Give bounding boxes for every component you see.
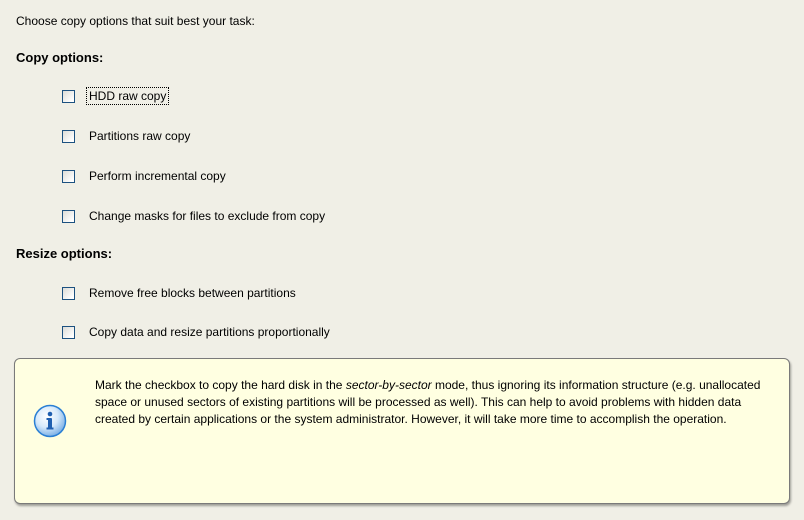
- checkbox-box[interactable]: [62, 325, 75, 339]
- checkbox-box[interactable]: [62, 286, 75, 300]
- checkbox-remove-free-blocks[interactable]: Remove free blocks between partitions: [62, 284, 299, 302]
- checkbox-incremental-copy[interactable]: Perform incremental copy: [62, 167, 229, 185]
- checkbox-label[interactable]: Copy data and resize partitions proporti…: [86, 323, 333, 341]
- checkbox-label[interactable]: Perform incremental copy: [86, 167, 229, 185]
- checkbox-resize-proportionally[interactable]: Copy data and resize partitions proporti…: [62, 323, 333, 341]
- info-text-start: Mark the checkbox to copy the hard disk …: [95, 378, 346, 392]
- resize-options-title: Resize options:: [16, 246, 113, 261]
- info-text: Mark the checkbox to copy the hard disk …: [95, 377, 775, 428]
- copy-options-title: Copy options:: [16, 50, 104, 65]
- checkbox-label[interactable]: Change masks for files to exclude from c…: [86, 207, 328, 225]
- info-text-emphasis: sector-by-sector: [345, 378, 432, 392]
- checkbox-box[interactable]: [62, 169, 75, 183]
- checkbox-box[interactable]: [62, 89, 75, 103]
- checkbox-label[interactable]: HDD raw copy: [86, 87, 170, 105]
- checkbox-label[interactable]: Remove free blocks between partitions: [86, 284, 299, 302]
- checkbox-box[interactable]: [62, 209, 75, 223]
- checkbox-box[interactable]: [62, 129, 75, 143]
- checkbox-change-masks[interactable]: Change masks for files to exclude from c…: [62, 207, 328, 225]
- checkbox-partitions-raw-copy[interactable]: Partitions raw copy: [62, 127, 193, 145]
- intro-text: Choose copy options that suit best your …: [16, 14, 255, 28]
- info-box: Mark the checkbox to copy the hard disk …: [14, 358, 790, 504]
- checkbox-hdd-raw-copy[interactable]: HDD raw copy: [62, 87, 170, 105]
- info-icon: [33, 404, 67, 438]
- checkbox-label[interactable]: Partitions raw copy: [86, 127, 193, 145]
